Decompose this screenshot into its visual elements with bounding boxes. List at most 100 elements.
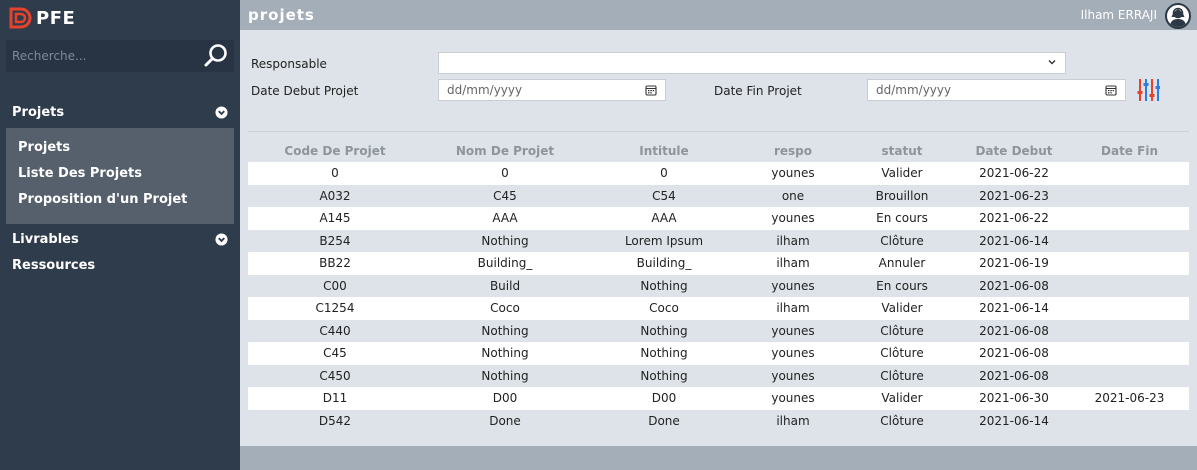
table-row[interactable]: BB22 Building_ Building_ ilham Annuler 2021-0…: [248, 252, 1189, 275]
submenu-item-projets[interactable]: Projets: [18, 140, 70, 155]
responsable-label: Responsable: [251, 57, 327, 71]
table-cell: Valider: [846, 387, 958, 410]
col-header-nom[interactable]: Nom De Projet: [422, 140, 588, 162]
table-cell: C440: [248, 319, 422, 342]
table-row[interactable]: C1254 Coco Coco ilham Valider 2021-06-14: [248, 297, 1189, 320]
table-cell: younes: [740, 387, 846, 410]
table-row[interactable]: C00 Build Nothing younes En cours 2021-06-08: [248, 274, 1189, 297]
table-row[interactable]: D11 D00 D00 younes Valider 2021-06-30 2021-06-…: [248, 387, 1189, 410]
col-header-respo[interactable]: respo: [740, 140, 846, 162]
table-cell: Valider: [846, 162, 958, 185]
nav-section-livrables[interactable]: Livrables: [0, 226, 240, 252]
table-row[interactable]: 0 0 0 younes Valider 2021-06-22: [248, 162, 1189, 185]
calendar-icon[interactable]: [645, 84, 657, 96]
table-cell: [1070, 252, 1189, 275]
table-cell: Nothing: [422, 364, 588, 387]
date-fin-placeholder: dd/mm/yyyy: [876, 83, 952, 97]
topbar: projets Ilham ERRAJI: [240, 0, 1197, 30]
table-row[interactable]: C450 Nothing Nothing younes Clôture 2021-06-0…: [248, 364, 1189, 387]
table-cell: younes: [740, 274, 846, 297]
table-cell: 0: [588, 162, 740, 185]
table-cell: 2021-06-14: [958, 409, 1070, 432]
col-header-intitule[interactable]: Intitule: [588, 140, 740, 162]
nav-section-projets[interactable]: Projets: [0, 99, 240, 125]
table-cell: Done: [588, 409, 740, 432]
table-cell: Nothing: [588, 342, 740, 365]
nav-item-ressources[interactable]: Ressources: [12, 258, 95, 273]
table-cell: C450: [248, 364, 422, 387]
table-cell: Nothing: [422, 319, 588, 342]
col-header-date-debut[interactable]: Date Debut: [958, 140, 1070, 162]
table-row[interactable]: A145 AAA AAA younes En cours 2021-06-22: [248, 207, 1189, 230]
table-cell: Nothing: [422, 229, 588, 252]
table-cell: [1070, 342, 1189, 365]
filters-panel: Responsable Date Debut Projet dd/mm/yyyy…: [240, 30, 1197, 110]
table-cell: ilham: [740, 252, 846, 275]
table-row[interactable]: B254 Nothing Lorem Ipsum ilham Clôture 2021-0…: [248, 229, 1189, 252]
date-fin-input[interactable]: dd/mm/yyyy: [867, 79, 1126, 101]
table-cell: younes: [740, 342, 846, 365]
table-cell: A032: [248, 184, 422, 207]
table-cell: C54: [588, 184, 740, 207]
table-cell: [1070, 319, 1189, 342]
table-cell: 2021-06-08: [958, 364, 1070, 387]
submenu-item-proposition-projet[interactable]: Proposition d'un Projet: [18, 192, 187, 207]
nav-section-label: Projets: [12, 104, 65, 120]
table-cell: younes: [740, 319, 846, 342]
date-fin-label: Date Fin Projet: [714, 84, 802, 98]
footer-bar: [240, 446, 1197, 470]
table-cell: 2021-06-08: [958, 342, 1070, 365]
search-input[interactable]: [6, 40, 196, 72]
table-cell: Lorem Ipsum: [588, 229, 740, 252]
table-cell: A145: [248, 207, 422, 230]
table-cell: D00: [422, 387, 588, 410]
table-cell: Building_: [588, 252, 740, 275]
col-header-code[interactable]: Code De Projet: [248, 140, 422, 162]
sliders-icon[interactable]: [1136, 77, 1160, 103]
table-cell: C45: [248, 342, 422, 365]
table-cell: B254: [248, 229, 422, 252]
date-debut-label: Date Debut Projet: [251, 84, 359, 98]
col-header-date-fin[interactable]: Date Fin: [1070, 140, 1189, 162]
calendar-icon[interactable]: [1105, 84, 1117, 96]
table-cell: 2021-06-22: [958, 207, 1070, 230]
table-cell: Clôture: [846, 342, 958, 365]
table-cell: younes: [740, 162, 846, 185]
table-row[interactable]: C440 Nothing Nothing younes Clôture 2021-06-0…: [248, 319, 1189, 342]
table-cell: Nothing: [588, 319, 740, 342]
table-cell: Clôture: [846, 229, 958, 252]
table-cell: 2021-06-23: [1070, 387, 1189, 410]
table-cell: [1070, 409, 1189, 432]
table-cell: 0: [248, 162, 422, 185]
avatar[interactable]: [1165, 3, 1191, 29]
table-cell: [1070, 364, 1189, 387]
col-header-statut[interactable]: statut: [846, 140, 958, 162]
table-cell: 2021-06-19: [958, 252, 1070, 275]
avatar-icon: [1170, 7, 1186, 27]
table-cell: Nothing: [422, 342, 588, 365]
logo[interactable]: PFE: [8, 5, 75, 31]
table-cell: C00: [248, 274, 422, 297]
table-cell: Building_: [422, 252, 588, 275]
table-cell: ilham: [740, 409, 846, 432]
chevron-down-icon: [1048, 60, 1056, 65]
responsable-select[interactable]: [438, 52, 1066, 74]
table-cell: ilham: [740, 297, 846, 320]
logo-text: PFE: [36, 7, 76, 29]
submenu-item-liste-projets[interactable]: Liste Des Projets: [18, 166, 142, 181]
table-row[interactable]: C45 Nothing Nothing younes Clôture 2021-06-08: [248, 342, 1189, 365]
table-row[interactable]: A032 C45 C54 one Brouillon 2021-06-23: [248, 184, 1189, 207]
table-cell: Clôture: [846, 319, 958, 342]
nav-section-label: Livrables: [12, 231, 79, 247]
search-box: [6, 40, 234, 72]
table-cell: one: [740, 184, 846, 207]
search-button[interactable]: [200, 41, 232, 71]
date-debut-input[interactable]: dd/mm/yyyy: [438, 79, 666, 101]
divider: [248, 131, 1189, 132]
table-cell: BB22: [248, 252, 422, 275]
table-cell: D11: [248, 387, 422, 410]
table-cell: 2021-06-14: [958, 229, 1070, 252]
user-name[interactable]: Ilham ERRAJI: [1081, 8, 1157, 22]
table-cell: C45: [422, 184, 588, 207]
table-row[interactable]: D542 Done Done ilham Clôture 2021-06-14: [248, 409, 1189, 432]
